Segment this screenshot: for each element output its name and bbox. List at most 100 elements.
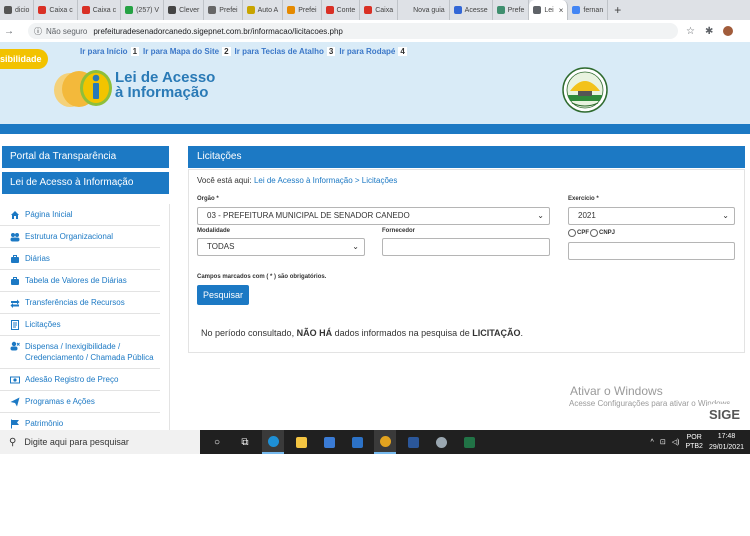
profile-avatar[interactable] [723, 26, 734, 36]
new-tab-button[interactable]: + [614, 3, 621, 17]
volume-icon[interactable]: ◁) [672, 438, 680, 446]
browser-tab[interactable]: dicio [0, 0, 35, 20]
sidebar-item-label: Patrimônio [25, 419, 64, 428]
tab-label: Clever [179, 6, 200, 14]
tab-favicon-icon [496, 6, 505, 14]
cpf-label: CPF [577, 230, 589, 236]
fornecedor-input[interactable] [382, 238, 550, 256]
users-icon [10, 232, 20, 242]
lei-acesso-link[interactable]: Lei de Acesso à Informação [2, 172, 169, 194]
exercicio-label: Exercício * [568, 196, 599, 202]
tab-label: Prefei [219, 6, 238, 14]
lang-2: PTB2 [685, 443, 703, 450]
breadcrumb-prefix: Você está aqui: [197, 176, 252, 185]
sidebar-item-label: Diárias [25, 254, 50, 263]
taskbar-search-placeholder: Digite aqui para pesquisar [24, 437, 129, 447]
info-icon[interactable]: ⓘ [34, 26, 42, 37]
tab-label: Lei [544, 6, 554, 14]
store-icon[interactable] [318, 434, 340, 450]
language-indicator[interactable]: POR PTB2 [685, 433, 703, 451]
taskbar-search[interactable]: ⚲ Digite aqui para pesquisar [0, 430, 200, 454]
browser-tab[interactable]: Nova guia [398, 0, 450, 20]
portal-transparencia-link[interactable]: Portal da Transparência [2, 146, 169, 168]
exercicio-select[interactable]: 2021 ⌄ [568, 207, 735, 225]
header-band [0, 124, 750, 134]
app-icon[interactable] [430, 434, 452, 450]
flag-icon [10, 419, 20, 429]
sidebar-item[interactable]: Diárias [0, 248, 160, 270]
clock[interactable]: 17:48 29/01/2021 [709, 431, 744, 453]
tab-label: Caixa [375, 6, 394, 14]
sidebar-item[interactable]: Estrutura Organizacional [0, 226, 160, 248]
browser-tab[interactable]: Lei × [529, 0, 569, 20]
browser-tab[interactable]: Clever [164, 0, 205, 20]
skip-link[interactable]: Ir para Mapa do Site 2 [143, 47, 231, 56]
browser-tab[interactable]: Caixa c [34, 0, 78, 20]
sidebar-item[interactable]: Programas e Ações [0, 391, 160, 413]
accessibility-button[interactable]: sibilidade [0, 49, 48, 69]
skip-link[interactable]: Ir para Início 1 [80, 47, 140, 56]
mail-icon[interactable] [346, 434, 368, 450]
document-number-input[interactable] [568, 242, 735, 260]
browser-tab[interactable]: Prefei [204, 0, 243, 20]
chevron-up-icon[interactable]: ^ [651, 439, 654, 446]
breadcrumb-path[interactable]: Lei de Acesso à Informação > Licitações [254, 176, 397, 185]
browser-tab[interactable]: Conte [322, 0, 361, 20]
chevron-down-icon: ⌄ [537, 211, 544, 220]
cpf-radio[interactable] [568, 229, 576, 237]
search-button[interactable]: Pesquisar [197, 285, 249, 305]
url-text[interactable]: prefeituradesenadorcanedo.sigepnet.com.b… [93, 27, 342, 36]
task-view-icon[interactable]: ⧉ [234, 434, 256, 450]
browser-tab[interactable]: (257) V [121, 0, 165, 20]
document-icon [10, 319, 20, 330]
sidebar-item[interactable]: Transferências de Recursos [0, 292, 160, 314]
browser-tab[interactable]: Auto A [243, 0, 284, 20]
word-icon[interactable] [402, 434, 424, 450]
sidebar-item-label: Estrutura Organizacional [25, 232, 114, 241]
extensions-icon[interactable]: ✱ [705, 26, 713, 37]
sidebar-item[interactable]: Adesão Registro de Preço [0, 369, 160, 391]
browser-tab[interactable]: fernan [568, 0, 609, 20]
fornecedor-label: Fornecedor [382, 228, 416, 234]
sidebar-item[interactable]: Página Inicial [0, 204, 160, 226]
tab-label: dicio [15, 6, 30, 14]
tab-label: Auto A [257, 6, 279, 14]
back-arrow-icon[interactable]: → [4, 26, 14, 37]
browser-tab[interactable]: Acesse [450, 0, 493, 20]
sidebar-item-label: Tabela de Valores de Diárias [25, 276, 127, 285]
browser-tab[interactable]: Prefei [283, 0, 322, 20]
close-icon[interactable]: × [559, 6, 564, 15]
excel-icon[interactable] [458, 434, 480, 450]
browser-tab[interactable]: Prefe [493, 0, 530, 20]
skip-link-key: 4 [398, 47, 407, 56]
cnpj-radio[interactable] [590, 229, 598, 237]
required-note: Campos marcados com ( * ) são obrigatóri… [197, 274, 327, 280]
orgao-select[interactable]: 03 - PREFEITURA MUNICIPAL DE SENADOR CAN… [197, 207, 550, 225]
bookmark-star-icon[interactable]: ☆ [686, 26, 695, 37]
browser-tab[interactable]: Caixa [360, 0, 399, 20]
send-icon [10, 397, 20, 407]
browser-tab[interactable]: Caixa c [78, 0, 122, 20]
cnpj-label: CNPJ [599, 230, 616, 236]
skip-link[interactable]: Ir para Teclas de Atalho 3 [235, 47, 336, 56]
omnibox[interactable]: ⓘ Não seguro prefeituradesenadorcanedo.s… [28, 23, 678, 39]
sige-text: SIGE [709, 407, 741, 422]
modalidade-select[interactable]: TODAS ⌄ [197, 238, 365, 256]
exercicio-value: 2021 [578, 211, 596, 220]
file-explorer-icon[interactable] [290, 434, 312, 450]
cortana-icon[interactable]: ○ [206, 434, 228, 450]
sidebar-item[interactable]: Licitações [0, 314, 160, 336]
transfer-icon [10, 298, 20, 308]
result-part-3: dados informados na pesquisa de [334, 328, 470, 338]
tab-favicon-icon [208, 6, 217, 14]
clock-time: 17:48 [717, 433, 736, 440]
breadcrumb: Você está aqui: Lei de Acesso à Informaç… [197, 176, 397, 185]
skip-link[interactable]: Ir para Rodapé 4 [339, 47, 407, 56]
network-icon[interactable]: ⊡ [660, 438, 666, 446]
edge-icon[interactable] [262, 430, 284, 454]
sidebar-item[interactable]: Dispensa / Inexigibilidade / Credenciame… [0, 336, 160, 369]
sidebar-item-label: Programas e Ações [25, 397, 95, 406]
chrome-icon[interactable] [374, 430, 396, 454]
sidebar-item[interactable]: Tabela de Valores de Diárias [0, 270, 160, 292]
tab-favicon-icon [125, 6, 134, 14]
